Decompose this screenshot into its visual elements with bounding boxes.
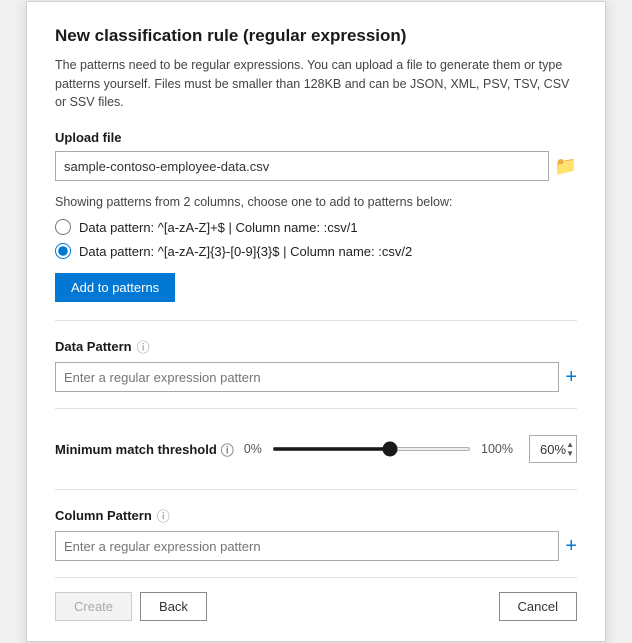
radio-input-2[interactable]	[55, 243, 71, 259]
footer-divider	[55, 577, 577, 578]
data-pattern-label-row: Data Pattern ⓘ	[55, 337, 577, 356]
threshold-spinner[interactable]: ▲ ▼	[566, 440, 574, 458]
spinner-down[interactable]: ▼	[566, 449, 574, 458]
spinner-up[interactable]: ▲	[566, 440, 574, 449]
dialog-title: New classification rule (regular express…	[55, 26, 577, 46]
add-to-patterns-button[interactable]: Add to patterns	[55, 273, 175, 302]
threshold-value: 60%	[540, 442, 566, 457]
upload-row: 📁	[55, 151, 577, 181]
upload-label: Upload file	[55, 130, 577, 145]
column-pattern-add-icon[interactable]: +	[565, 535, 577, 558]
divider-threshold-bottom	[55, 489, 577, 490]
column-pattern-label: Column Pattern	[55, 508, 152, 523]
radio-label-1: Data pattern: ^[a-zA-Z]+$ | Column name:…	[79, 220, 358, 235]
dialog-description: The patterns need to be regular expressi…	[55, 56, 577, 112]
slider-wrapper	[272, 447, 471, 451]
threshold-label: Minimum match threshold ⓘ	[55, 440, 234, 459]
footer-buttons: Create Back Cancel	[55, 592, 577, 621]
threshold-min-label: 0%	[244, 442, 262, 456]
radio-option-1[interactable]: Data pattern: ^[a-zA-Z]+$ | Column name:…	[55, 219, 577, 235]
threshold-slider[interactable]	[272, 447, 471, 451]
threshold-info-icon[interactable]: ⓘ	[221, 440, 234, 459]
radio-input-1[interactable]	[55, 219, 71, 235]
data-pattern-input[interactable]	[55, 362, 559, 392]
cancel-button[interactable]: Cancel	[499, 592, 577, 621]
column-pattern-info-icon[interactable]: ⓘ	[157, 506, 170, 525]
footer-left-buttons: Create Back	[55, 592, 207, 621]
threshold-row: Minimum match threshold ⓘ 0% 100% 60% ▲ …	[55, 425, 577, 473]
dialog: New classification rule (regular express…	[26, 1, 606, 642]
divider-1	[55, 320, 577, 321]
threshold-value-box: 60% ▲ ▼	[529, 435, 577, 463]
back-button[interactable]: Back	[140, 592, 207, 621]
patterns-desc: Showing patterns from 2 columns, choose …	[55, 195, 577, 209]
radio-label-2: Data pattern: ^[a-zA-Z]{3}-[0-9]{3}$ | C…	[79, 244, 412, 259]
data-pattern-field: Data Pattern ⓘ +	[55, 337, 577, 392]
data-pattern-label: Data Pattern	[55, 339, 132, 354]
threshold-max-label: 100%	[481, 442, 513, 456]
create-button: Create	[55, 592, 132, 621]
column-pattern-label-row: Column Pattern ⓘ	[55, 506, 577, 525]
data-pattern-add-icon[interactable]: +	[565, 366, 577, 389]
divider-threshold-top	[55, 408, 577, 409]
upload-input[interactable]	[55, 151, 549, 181]
column-pattern-field: Column Pattern ⓘ +	[55, 506, 577, 561]
radio-option-2[interactable]: Data pattern: ^[a-zA-Z]{3}-[0-9]{3}$ | C…	[55, 243, 577, 259]
data-pattern-info-icon[interactable]: ⓘ	[137, 337, 150, 356]
column-pattern-input-row: +	[55, 531, 577, 561]
folder-icon[interactable]: 📁	[555, 156, 577, 177]
data-pattern-input-row: +	[55, 362, 577, 392]
column-pattern-input[interactable]	[55, 531, 559, 561]
